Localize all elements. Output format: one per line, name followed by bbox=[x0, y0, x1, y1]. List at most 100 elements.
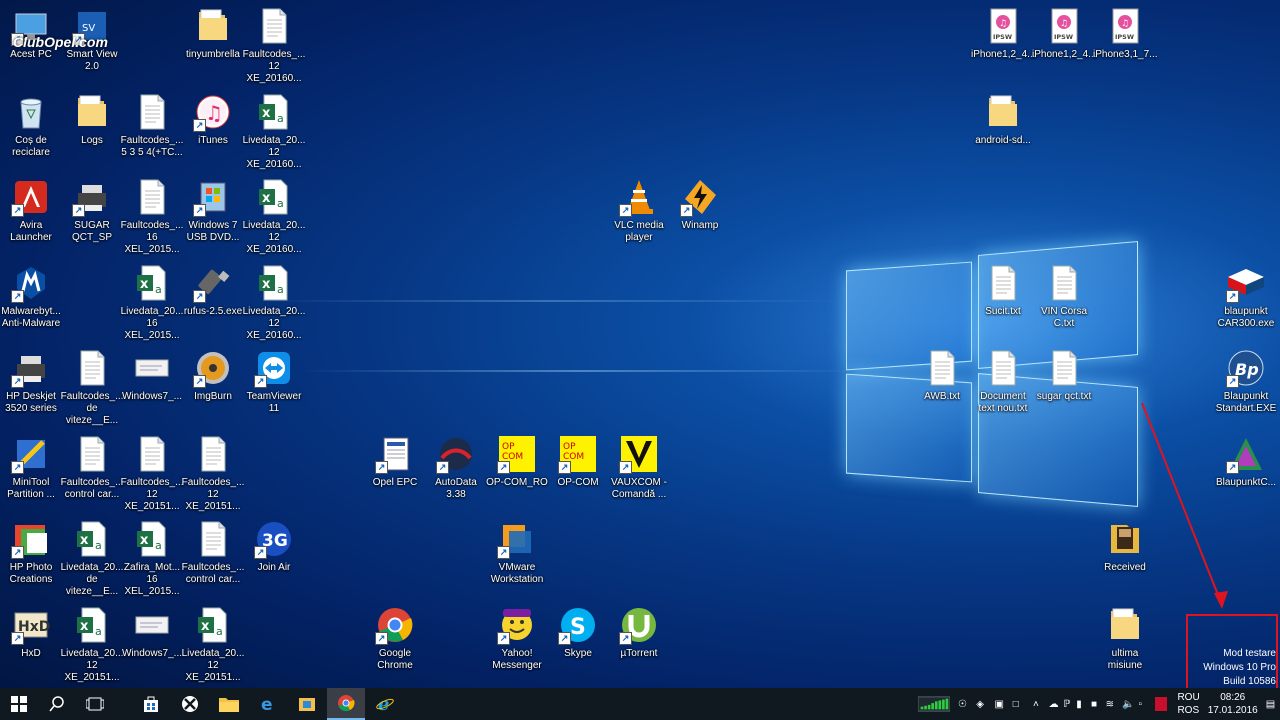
task-view-icon bbox=[86, 697, 104, 711]
desktop-icon[interactable]: ♫ ↗ iTunes bbox=[182, 92, 244, 147]
tray-item-icon[interactable]: ◈ bbox=[976, 699, 990, 710]
svg-text:a: a bbox=[95, 625, 102, 638]
desktop-icon[interactable]: Faultcodes_... de viteze__E... bbox=[61, 348, 123, 427]
desktop-icon[interactable]: ↗ rufus-2.5.exe bbox=[182, 263, 244, 318]
desktop-icon[interactable]: ♫ IPSW iPhone3,1_7... bbox=[1093, 6, 1158, 61]
volume-icon[interactable]: 🔈 bbox=[1122, 699, 1134, 710]
desktop-icon[interactable]: Faultcodes_... 5 3 5 4(+TC... bbox=[121, 92, 183, 159]
taskbar-app-folder[interactable] bbox=[288, 688, 326, 720]
desktop-icon[interactable]: S ↗ Skype bbox=[547, 605, 609, 660]
taskbar-internet-explorer[interactable]: e bbox=[366, 688, 404, 720]
desktop-icon[interactable]: x a Livedata_20... 16 XEL_2015... bbox=[121, 263, 183, 342]
joinair-icon: 3G ↗ bbox=[254, 519, 294, 559]
shortcut-arrow-icon: ↗ bbox=[11, 460, 24, 474]
desktop-icon[interactable]: AWB.txt bbox=[911, 348, 973, 403]
desktop-icon[interactable]: ↗ Malwarebyt... Anti-Malware bbox=[0, 263, 62, 330]
desktop-icon[interactable]: OP COM ↗ OP-COM bbox=[547, 434, 609, 489]
tray-app-icon[interactable]: □ bbox=[1013, 699, 1027, 710]
desktop-icon-label: Livedata_20... de viteze__E... bbox=[60, 562, 124, 597]
search-button[interactable] bbox=[38, 688, 76, 720]
desktop-icon[interactable]: ↗ Yahoo! Messenger bbox=[486, 605, 548, 672]
svg-text:♫: ♫ bbox=[1121, 19, 1129, 29]
desktop-icon[interactable]: ♫ IPSW iPhone1,2_4... bbox=[1032, 6, 1097, 61]
clock[interactable]: 08:26 17.01.2016 bbox=[1208, 691, 1258, 717]
desktop-icon[interactable]: ↗ SUGAR QCT_SP bbox=[61, 177, 123, 244]
desktop-icon[interactable]: ↗ VAUXCOM - Comandă ... bbox=[608, 434, 670, 501]
shortcut-arrow-icon: ↗ bbox=[11, 289, 24, 303]
desktop-icon[interactable]: ↗ Windows 7 USB DVD... bbox=[182, 177, 244, 244]
desktop-icon[interactable]: ↗ HP Photo Creations bbox=[0, 519, 62, 586]
desktop-icon[interactable]: sugar qct.txt bbox=[1033, 348, 1095, 403]
desktop-icon[interactable]: Logs bbox=[61, 92, 123, 147]
desktop-icon[interactable]: Faultcodes_... 12 XE_20151... bbox=[121, 434, 183, 513]
desktop-icon[interactable]: HxD ↗ HxD bbox=[0, 605, 62, 660]
desktop-icon[interactable]: Coș de reciclare bbox=[0, 92, 62, 159]
network-meter-icon[interactable] bbox=[918, 696, 951, 712]
desktop-icon[interactable]: Faultcodes_... control car... bbox=[182, 519, 244, 586]
desktop-icon[interactable]: x a Zafira_Mot... 16 XEL_2015... bbox=[121, 519, 183, 598]
desktop-icon[interactable]: x a Livedata_20... 12 XE_20160... bbox=[243, 177, 305, 256]
desktop-icon[interactable]: ↗ Avira Launcher bbox=[0, 177, 62, 244]
language-indicator[interactable]: ROU ROS bbox=[1177, 691, 1199, 717]
bluetooth-icon[interactable]: ℙ bbox=[1063, 699, 1072, 710]
desktop-icon[interactable]: x a Livedata_20... 12 XE_20160... bbox=[243, 263, 305, 342]
task-view-button[interactable] bbox=[76, 688, 114, 720]
desktop-icon[interactable]: ↗ AutoData 3.38 bbox=[425, 434, 487, 501]
desktop-icon[interactable]: 3G ↗ Join Air bbox=[243, 519, 305, 574]
desktop-icon[interactable]: ↗ MiniTool Partition ... bbox=[0, 434, 62, 501]
gamepad-icon[interactable]: ☉ bbox=[958, 699, 972, 710]
svg-text:x: x bbox=[140, 533, 149, 548]
desktop-icon[interactable]: Faultcodes_... 16 XEL_2015... bbox=[121, 177, 183, 256]
desktop-icon[interactable]: Document text nou.txt bbox=[972, 348, 1034, 415]
clubopel-logo: ClubOpel.com bbox=[13, 34, 108, 50]
desktop-icon[interactable]: Faultcodes_... control car... bbox=[61, 434, 123, 501]
taskbar-edge[interactable]: e bbox=[249, 688, 287, 720]
desktop-icon-label: HP Deskjet 3520 series bbox=[5, 391, 57, 414]
taskbar-chrome[interactable] bbox=[327, 688, 365, 720]
taskbar-file-explorer[interactable] bbox=[210, 688, 248, 720]
desktop-icon[interactable]: Faultcodes_... 12 XE_20160... bbox=[243, 6, 305, 85]
desktop-icon[interactable]: ↗ ImgBurn bbox=[182, 348, 244, 403]
desktop-icon-label: TeamViewer 11 bbox=[246, 391, 302, 414]
desktop-icon[interactable]: ↗ blaupunkt CAR300.exe bbox=[1215, 263, 1277, 330]
show-hidden-icons-chevron-up-icon[interactable]: ˄ bbox=[1033, 699, 1044, 710]
taskbar-store[interactable] bbox=[132, 688, 170, 720]
shortcut-arrow-icon: ↗ bbox=[193, 118, 206, 132]
desktop-icon[interactable]: ↗ VLC media player bbox=[608, 177, 670, 244]
desktop-icon-label: Smart View 2.0 bbox=[66, 49, 118, 72]
start-button[interactable] bbox=[0, 688, 38, 720]
action-center-icon[interactable]: ▤ bbox=[1266, 699, 1280, 710]
desktop-icon[interactable]: Sucit.txt bbox=[972, 263, 1034, 318]
wifi-icon[interactable]: ≋ bbox=[1106, 699, 1118, 710]
svg-text:IPSW: IPSW bbox=[1054, 33, 1073, 41]
desktop-icon[interactable]: x a Livedata_20... de viteze__E... bbox=[61, 519, 123, 598]
desktop-icon[interactable]: VIN Corsa C.txt bbox=[1033, 263, 1095, 330]
desktop-icon[interactable]: ↗ HP Deskjet 3520 series bbox=[0, 348, 62, 415]
desktop-icon[interactable]: x a Livedata_20... 12 XE_20160... bbox=[243, 92, 305, 171]
desktop-icon[interactable]: ↗ Winamp bbox=[669, 177, 731, 232]
desktop-icon-label: iPhone1,2_4... bbox=[1032, 49, 1097, 60]
desktop-icon[interactable]: Faultcodes_... 12 XE_20151... bbox=[182, 434, 244, 513]
tray-app-icon[interactable]: ■ bbox=[1091, 699, 1102, 710]
desktop-icon[interactable]: Windows7_... bbox=[121, 605, 183, 660]
desktop-icon[interactable]: OP COM ↗ OP-COM_RO bbox=[486, 434, 548, 489]
desktop-icon[interactable]: x a Livedata_20... 12 XE_20151... bbox=[182, 605, 244, 684]
taskbar-xbox[interactable] bbox=[171, 688, 209, 720]
desktop-icon[interactable]: ♫ IPSW iPhone1,2_4... bbox=[971, 6, 1036, 61]
desktop-icon[interactable]: Windows7_... bbox=[121, 348, 183, 403]
desktop-icon[interactable]: ↗ VMware Workstation bbox=[486, 519, 548, 586]
tray-app-icon[interactable]: ▫ bbox=[1139, 699, 1151, 710]
desktop-icon[interactable]: android-sd... bbox=[972, 92, 1034, 147]
onedrive-icon[interactable]: ☁ bbox=[1049, 699, 1060, 710]
battery-icon[interactable]: ▮ bbox=[1076, 699, 1087, 710]
desktop-icon[interactable]: x a Livedata_20... 12 XE_20151... bbox=[61, 605, 123, 684]
shortcut-arrow-icon: ↗ bbox=[497, 631, 510, 645]
desktop-icon[interactable]: ↗ µTorrent bbox=[608, 605, 670, 660]
desktop-icon[interactable]: tinyumbrella bbox=[182, 6, 244, 61]
hxd-icon: HxD ↗ bbox=[11, 605, 51, 645]
desktop-icon[interactable]: ↗ Opel EPC bbox=[364, 434, 426, 489]
antivirus-icon[interactable] bbox=[1155, 697, 1168, 711]
desktop-icon[interactable]: ↗ TeamViewer 11 bbox=[243, 348, 305, 415]
tray-app-icon[interactable]: ▣ bbox=[995, 699, 1009, 710]
desktop-icon[interactable]: ↗ Google Chrome bbox=[364, 605, 426, 672]
